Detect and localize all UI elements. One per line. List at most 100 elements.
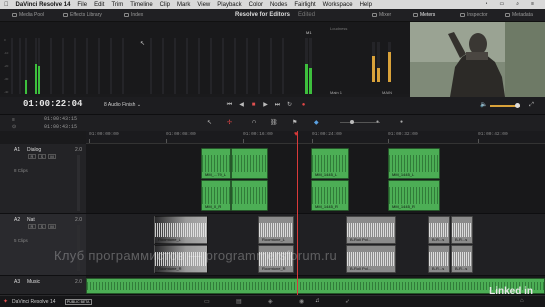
- audio-clip[interactable]: B-Roll Pol...: [346, 245, 396, 273]
- stop-icon[interactable]: ■: [250, 102, 257, 109]
- edit-page-icon[interactable]: ▤: [236, 298, 242, 305]
- color-page-icon[interactable]: ◉: [299, 298, 304, 305]
- audio-clip[interactable]: [231, 148, 268, 179]
- menu-color[interactable]: Color: [249, 2, 263, 8]
- metadata-tab[interactable]: Metadata: [505, 12, 533, 18]
- music-clip[interactable]: [86, 278, 545, 294]
- menu-edit[interactable]: Edit: [94, 2, 104, 8]
- project-status: Edited: [298, 12, 316, 18]
- track-lane-a1[interactable]: MM_...79_L MM_1445_L MM_1445_L MM_0_R MM…: [86, 144, 545, 214]
- apple-icon[interactable]: : [4, 2, 9, 8]
- loop-icon[interactable]: ↻: [286, 102, 293, 109]
- channel-meter: [98, 38, 100, 94]
- menu-help[interactable]: Help: [360, 2, 372, 8]
- mute-button[interactable]: M: [48, 224, 56, 229]
- snapping-icon[interactable]: ∩: [252, 119, 256, 125]
- menu-playback[interactable]: Playback: [217, 2, 241, 8]
- wifi-icon[interactable]: ◔: [485, 1, 488, 7]
- video-viewer[interactable]: [410, 22, 545, 97]
- fairlight-page-icon[interactable]: ♫: [315, 298, 320, 304]
- audio-clip[interactable]: B-R...s: [451, 216, 473, 244]
- skip-back-icon[interactable]: ⏮: [226, 102, 233, 109]
- audio-clip[interactable]: MM_1445_L: [311, 148, 349, 179]
- menu-nodes[interactable]: Nodes: [270, 2, 287, 8]
- menu-clip[interactable]: Clip: [160, 2, 170, 8]
- menu-trim[interactable]: Trim: [111, 2, 123, 8]
- playhead-marker-icon[interactable]: ♥: [294, 131, 298, 138]
- search-icon[interactable]: ⌕: [516, 1, 519, 7]
- link-icon[interactable]: ⛓: [270, 119, 278, 126]
- clip-count: 5 Clips: [14, 238, 28, 243]
- fusion-page-icon[interactable]: ◈: [268, 298, 273, 305]
- track-options-icon[interactable]: ≡: [12, 117, 15, 123]
- zoom-out-icon[interactable]: ●: [400, 119, 403, 125]
- track-header-a3[interactable]: A3 Music 2.0: [0, 276, 86, 295]
- channel-meter: [86, 38, 88, 94]
- transport-bar: 01:00:22:04 8 Audio Finish ⌄ ⏮ ◀ ■ ▶ ⏭ ↻…: [0, 97, 545, 115]
- beta-badge: PUBLIC BETA: [65, 299, 92, 305]
- menu-file[interactable]: File: [77, 2, 87, 8]
- audio-clip[interactable]: Roomtone_L: [258, 216, 294, 244]
- list-icon[interactable]: ≡: [531, 1, 534, 7]
- flag-icon[interactable]: ⚑: [292, 119, 297, 126]
- expand-icon[interactable]: ⤢: [528, 102, 535, 109]
- track-header-a2[interactable]: A2 Nat 2.0 R S M 5 Clips: [0, 214, 86, 276]
- record-arm-button[interactable]: R: [28, 154, 36, 159]
- record-arm-button[interactable]: R: [28, 224, 36, 229]
- media-pool-icon: [12, 13, 17, 17]
- audio-clip[interactable]: B-R...s: [451, 245, 473, 273]
- audio-clip[interactable]: MM_1445_R: [311, 180, 349, 211]
- inspector-tab[interactable]: Inspector: [460, 12, 488, 18]
- volume-slider-handle[interactable]: [515, 103, 520, 108]
- record-icon[interactable]: ●: [300, 102, 307, 109]
- audio-clip[interactable]: MM_1445_R: [388, 180, 440, 211]
- audio-clip[interactable]: B-R...s: [428, 245, 450, 273]
- mixer-tab[interactable]: Mixer: [372, 12, 391, 18]
- audio-clip[interactable]: [231, 180, 268, 211]
- index-tab[interactable]: Index: [124, 12, 143, 18]
- menu-bar:  DaVinci Resolve 14 File Edit Trim Time…: [0, 0, 545, 9]
- marker-icon[interactable]: ◆: [314, 119, 319, 126]
- menu-workspace[interactable]: Workspace: [323, 2, 353, 8]
- deliver-page-icon[interactable]: ➶: [345, 298, 350, 305]
- audio-clip[interactable]: Roomtone_L: [154, 216, 208, 244]
- zoom-in-icon[interactable]: ●: [376, 119, 379, 125]
- home-icon[interactable]: ⌂: [520, 298, 524, 304]
- volume-icon[interactable]: 🔈: [480, 102, 487, 109]
- effects-library-tab[interactable]: Effects Library: [63, 12, 102, 18]
- playhead[interactable]: [297, 131, 298, 301]
- track-lane-a2[interactable]: Roomtone_L Roomtone_L B-Roll Pol... B-R.…: [86, 214, 545, 276]
- timeline-name-dropdown[interactable]: 8 Audio Finish ⌄: [104, 102, 141, 108]
- timeline-options-icon[interactable]: ⊙: [12, 124, 16, 130]
- menu-view[interactable]: View: [197, 2, 210, 8]
- track-format: 2.0: [75, 217, 82, 223]
- menu-timeline[interactable]: Timeline: [130, 2, 152, 8]
- track-lane-a3[interactable]: [86, 276, 545, 295]
- menu-mark[interactable]: Mark: [177, 2, 190, 8]
- zoom-slider-handle[interactable]: [350, 120, 354, 124]
- selection-tool-icon[interactable]: ↖: [207, 119, 212, 126]
- menu-fairlight[interactable]: Fairlight: [294, 2, 315, 8]
- battery-icon[interactable]: ▭: [500, 1, 505, 7]
- solo-button[interactable]: S: [38, 224, 46, 229]
- linkedin-logo: Linked in: [489, 286, 533, 297]
- media-page-icon[interactable]: ▭: [204, 298, 210, 305]
- mute-button[interactable]: M: [48, 154, 56, 159]
- timeline-ruler[interactable]: 01:00:00:00 01:00:08:00 01:00:16:00 01:00:2…: [86, 131, 545, 144]
- zoom-slider[interactable]: [340, 122, 380, 123]
- audio-clip[interactable]: B-Roll Pol...: [346, 216, 396, 244]
- skip-forward-icon[interactable]: ⏭: [274, 102, 281, 109]
- media-pool-tab[interactable]: Media Pool: [12, 12, 44, 18]
- audio-clip[interactable]: MM_1445_L: [388, 148, 440, 179]
- meters-tab[interactable]: Meters: [413, 12, 435, 18]
- solo-button[interactable]: S: [38, 154, 46, 159]
- audio-clip[interactable]: B-R...s: [428, 216, 450, 244]
- range-tool-icon[interactable]: ✢: [227, 119, 232, 126]
- audio-clip[interactable]: MM_0_R: [201, 180, 231, 211]
- play-icon[interactable]: ▶: [262, 102, 269, 109]
- app-menu[interactable]: DaVinci Resolve 14: [16, 2, 71, 8]
- audio-clip[interactable]: MM_...79_L: [201, 148, 231, 179]
- track-header-a1[interactable]: A1 Dialog 2.0 R S M 8 Clips: [0, 144, 86, 214]
- reverse-play-icon[interactable]: ◀: [238, 102, 245, 109]
- meter-scale: 0 -10 -20 -30 -40: [4, 38, 9, 94]
